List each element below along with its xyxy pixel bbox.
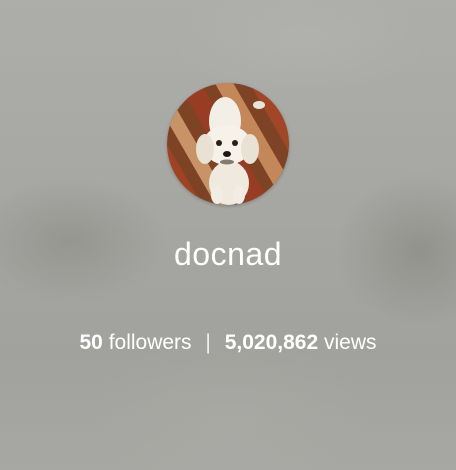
followers-label: followers xyxy=(108,331,192,354)
profile-avatar[interactable] xyxy=(167,83,289,205)
views-label: views xyxy=(324,331,377,354)
dog-photo-avatar-icon xyxy=(167,83,289,205)
profile-header: docnad 50 followers | 5,020,862 views xyxy=(0,0,456,470)
views-count: 5,020,862 xyxy=(224,331,319,354)
stats-separator: | xyxy=(205,331,211,354)
profile-username: docnad xyxy=(174,236,282,272)
profile-stats: 50 followers | 5,020,862 views xyxy=(0,330,456,356)
followers-count: 50 xyxy=(79,331,103,354)
